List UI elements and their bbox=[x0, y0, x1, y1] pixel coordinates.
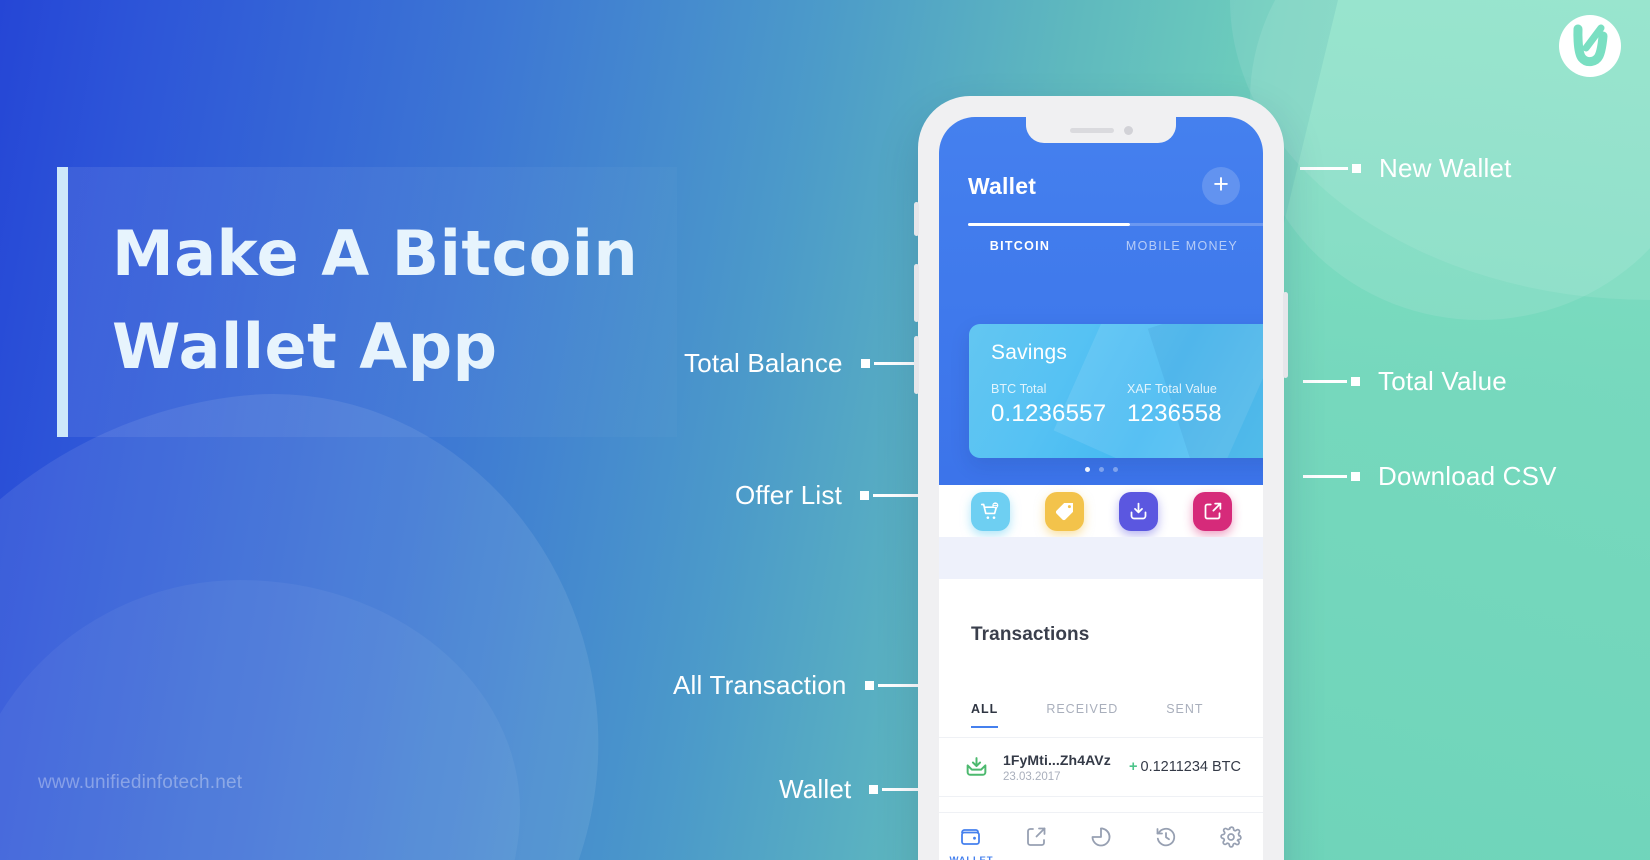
hero-accent-bar bbox=[57, 167, 68, 437]
carousel-dot[interactable] bbox=[1084, 467, 1090, 472]
add-wallet-button[interactable]: + bbox=[1202, 167, 1240, 205]
xaf-total-label: XAF Total Value bbox=[1127, 382, 1217, 396]
annotation-label: New Wallet bbox=[1379, 153, 1512, 183]
annotation-line bbox=[1303, 380, 1347, 383]
tab-bitcoin[interactable]: BITCOIN bbox=[939, 225, 1101, 261]
xaf-total-value: 1236558 bbox=[1127, 400, 1222, 427]
carousel-dot[interactable] bbox=[1098, 467, 1104, 472]
unified-infotech-logo-icon bbox=[1558, 14, 1622, 78]
transaction-sign: + bbox=[1129, 759, 1138, 775]
annotation-marker bbox=[1351, 472, 1360, 481]
section-divider-band bbox=[939, 537, 1263, 579]
tab-received[interactable]: RECEIVED bbox=[1046, 702, 1118, 728]
camera-dot-icon bbox=[1123, 125, 1133, 135]
transactions-heading: Transactions bbox=[971, 624, 1090, 645]
savings-card[interactable]: Savings BTC Total 0.1236557 XAF Total Va… bbox=[969, 324, 1263, 458]
tab-mobile-money[interactable]: MOBILE MONEY bbox=[1101, 225, 1263, 261]
xaf-total-block: XAF Total Value 1236558 bbox=[1127, 382, 1222, 428]
annotation-label: Offer List bbox=[735, 480, 843, 510]
bottom-nav-wallet-label: WALLET bbox=[949, 855, 993, 860]
tab-all[interactable]: ALL bbox=[971, 702, 999, 728]
card-carousel-dots[interactable] bbox=[939, 467, 1263, 472]
annotation-line bbox=[1300, 167, 1348, 170]
offer-icon-row bbox=[939, 485, 1263, 537]
carousel-dot[interactable] bbox=[1112, 467, 1118, 472]
site-watermark: www.unifiedinfotech.net bbox=[38, 772, 243, 793]
annotation-label: Download CSV bbox=[1378, 461, 1557, 491]
btc-total-block: BTC Total 0.1236557 bbox=[991, 382, 1106, 428]
app-header: Wallet + BITCOIN MOBILE MONEY Savings BT bbox=[939, 117, 1263, 485]
phone-volume-up-button[interactable] bbox=[914, 264, 919, 322]
annotation-label: Wallet bbox=[779, 774, 852, 804]
settings-gear-icon bbox=[1219, 826, 1242, 848]
transaction-details: 1FyMti...Zh4AVz 23.03.2017 bbox=[1003, 752, 1129, 783]
shopping-cart-icon[interactable] bbox=[970, 491, 1010, 531]
hero-block: Make A Bitcoin Wallet App bbox=[57, 167, 677, 437]
bottom-nav-stats[interactable] bbox=[1073, 825, 1129, 849]
speaker-bar-icon bbox=[1069, 127, 1114, 133]
annotation-label: Total Balance bbox=[684, 348, 843, 378]
annotation-total-balance: Total Balance bbox=[684, 348, 940, 379]
annotation-total-value: Total Value bbox=[1303, 366, 1507, 397]
phone-notch bbox=[1026, 117, 1176, 143]
bottom-nav-wallet[interactable]: WALLET bbox=[943, 825, 999, 860]
bottom-nav-settings[interactable] bbox=[1203, 825, 1259, 849]
bottom-nav: WALLET bbox=[939, 812, 1263, 860]
btc-total-label: BTC Total bbox=[991, 382, 1047, 396]
app-title: Wallet bbox=[968, 173, 1037, 199]
annotation-marker bbox=[1351, 377, 1360, 386]
annotation-offer-list: Offer List bbox=[735, 480, 944, 511]
wallet-type-tabs: BITCOIN MOBILE MONEY bbox=[939, 225, 1263, 261]
annotation-marker bbox=[1352, 164, 1361, 173]
bottom-nav-history[interactable] bbox=[1138, 825, 1194, 849]
transaction-filter-tabs: ALL RECEIVED SENT bbox=[971, 702, 1204, 728]
annotation-all-transaction: All Transaction bbox=[673, 670, 940, 701]
annotation-download-csv: Download CSV bbox=[1303, 461, 1557, 492]
annotation-marker bbox=[860, 359, 870, 368]
transaction-amount-value: 0.1211234 BTC bbox=[1140, 759, 1242, 775]
wallet-icon bbox=[961, 829, 981, 845]
download-icon[interactable] bbox=[1118, 491, 1158, 531]
send-share-icon bbox=[1027, 827, 1046, 846]
phone-mockup: Wallet + BITCOIN MOBILE MONEY Savings BT bbox=[914, 96, 1288, 860]
annotation-marker bbox=[869, 785, 879, 794]
transaction-date: 23.03.2017 bbox=[1003, 770, 1061, 783]
table-row[interactable]: 1FyMti...Zh4AVz 23.03.2017 +0.1211234 BT… bbox=[939, 737, 1263, 797]
bottom-nav-send[interactable] bbox=[1008, 825, 1064, 849]
annotation-label: Total Value bbox=[1378, 366, 1507, 396]
transactions-panel: Transactions ALL RECEIVED SENT 1FyMti... bbox=[939, 579, 1263, 860]
phone-volume-down-button[interactable] bbox=[914, 336, 919, 394]
phone-mute-button[interactable] bbox=[914, 202, 919, 236]
annotation-marker bbox=[860, 491, 870, 500]
share-export-icon[interactable] bbox=[1192, 491, 1232, 531]
savings-card-title: Savings bbox=[991, 341, 1068, 364]
received-inbox-icon bbox=[961, 752, 991, 782]
plus-icon: + bbox=[1213, 169, 1229, 199]
annotation-marker bbox=[864, 681, 874, 690]
transaction-amount: +0.1211234 BTC bbox=[1129, 759, 1241, 775]
page-title: Make A Bitcoin Wallet App bbox=[112, 217, 639, 383]
tab-sent[interactable]: SENT bbox=[1166, 702, 1203, 728]
annotation-line bbox=[1303, 475, 1347, 478]
pie-chart-icon bbox=[1091, 827, 1111, 847]
transaction-address: 1FyMti...Zh4AVz bbox=[1003, 751, 1111, 768]
btc-total-value: 0.1236557 bbox=[991, 400, 1107, 427]
phone-power-button[interactable] bbox=[1283, 292, 1288, 378]
phone-screen: Wallet + BITCOIN MOBILE MONEY Savings BT bbox=[939, 117, 1263, 860]
poster-canvas: Make A Bitcoin Wallet App www.unifiedinf… bbox=[0, 0, 1650, 860]
annotation-label: All Transaction bbox=[673, 670, 847, 700]
history-clock-icon bbox=[1156, 827, 1175, 847]
price-tag-icon[interactable] bbox=[1044, 491, 1084, 531]
annotation-new-wallet: New Wallet bbox=[1300, 153, 1512, 184]
